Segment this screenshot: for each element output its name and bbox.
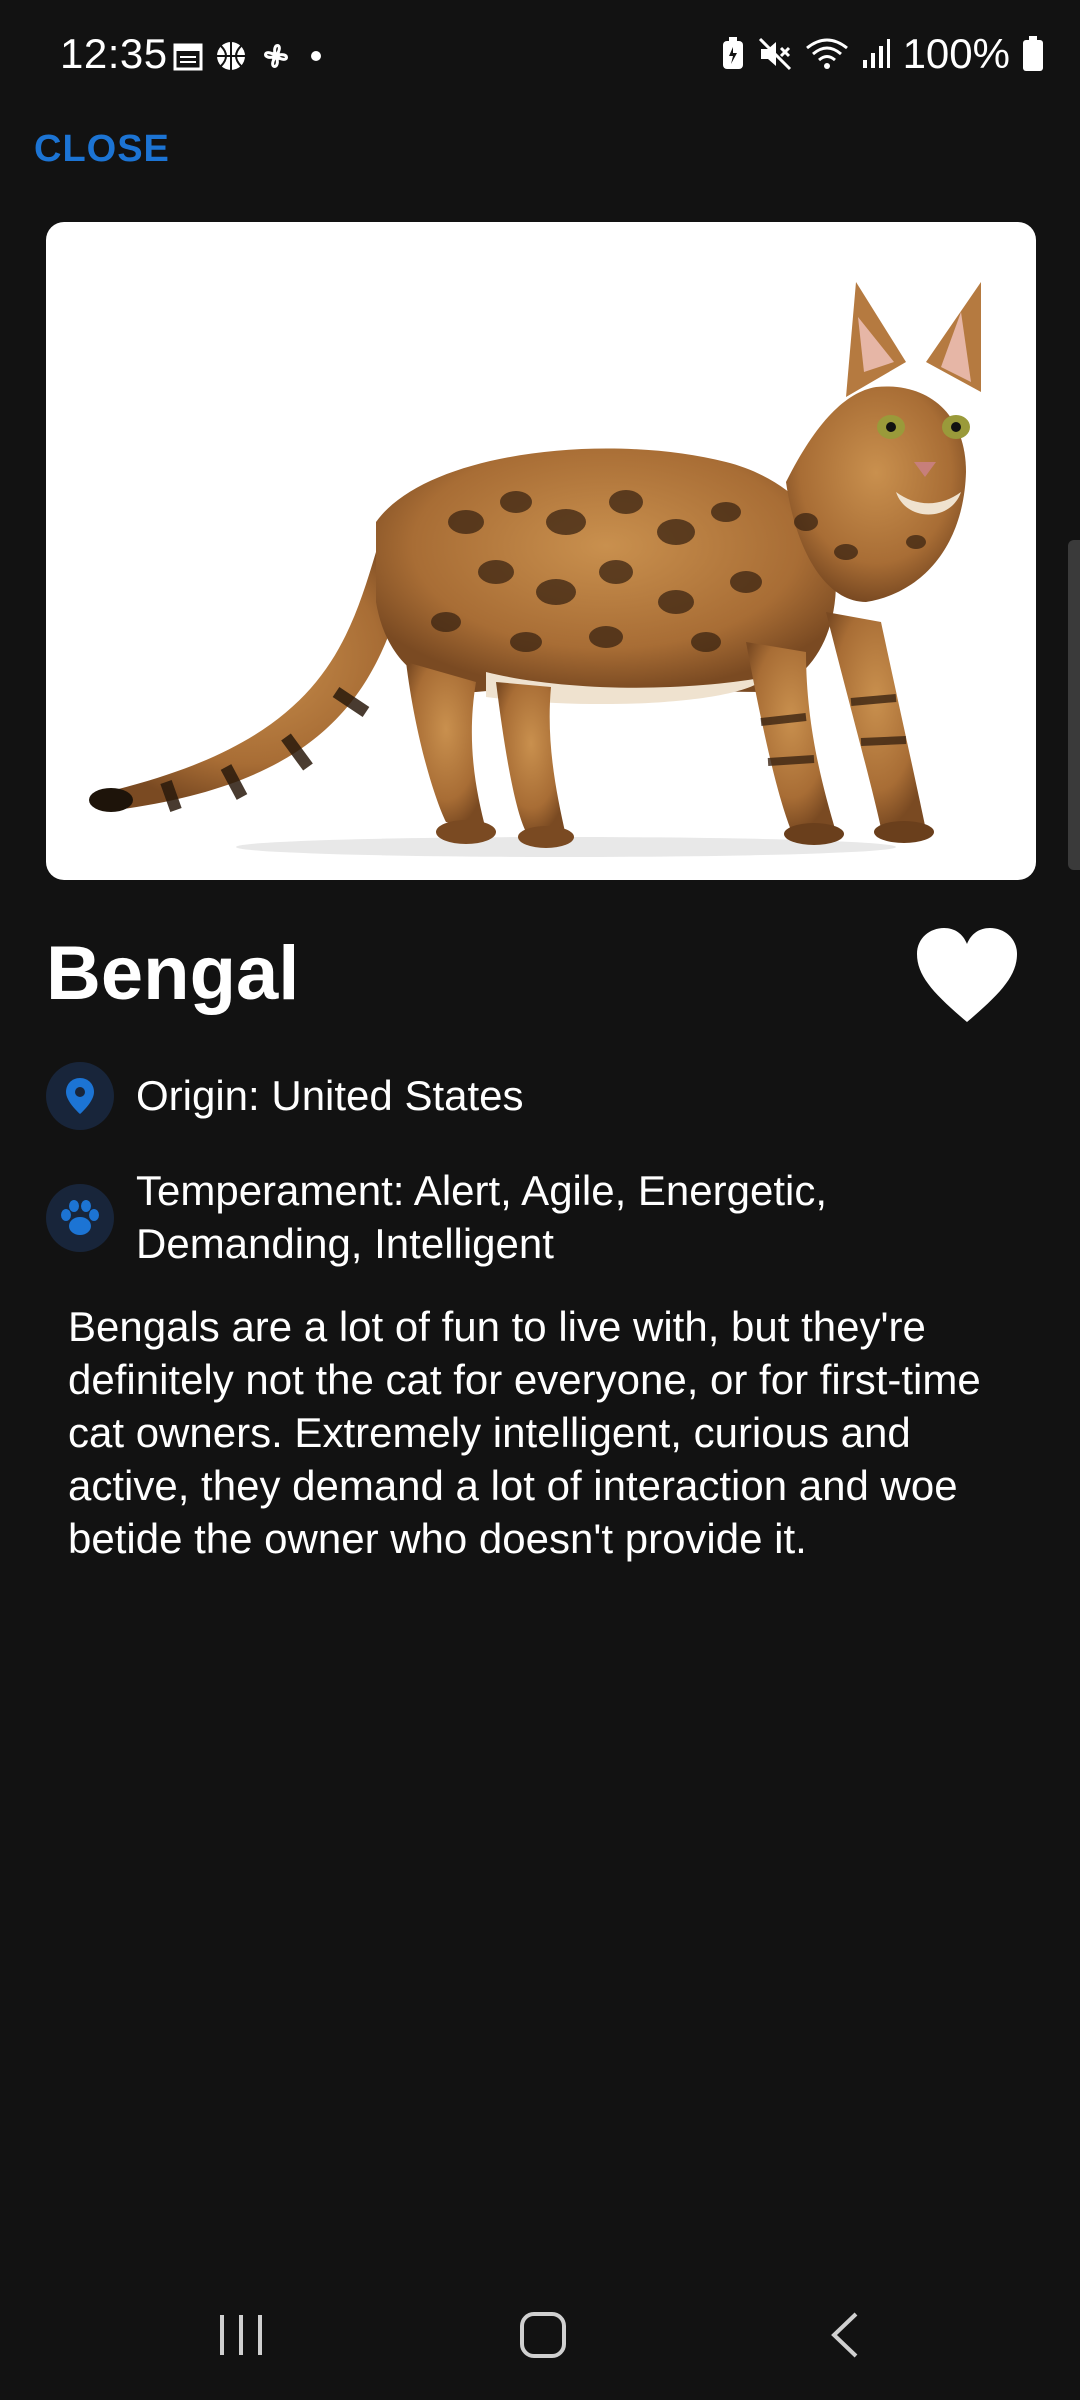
close-button[interactable]: CLOSE xyxy=(34,128,170,171)
back-icon xyxy=(831,2312,858,2358)
pinwheel-icon xyxy=(264,44,288,68)
bengal-cat-photo xyxy=(89,282,981,857)
scrollbar[interactable] xyxy=(1068,540,1080,870)
back-button[interactable] xyxy=(785,2270,905,2400)
home-icon xyxy=(520,2312,566,2358)
dot-icon xyxy=(311,51,321,61)
temperament-row: Temperament: Alert, Agile, Energetic, De… xyxy=(46,1164,1026,1270)
location-pin-icon xyxy=(66,1078,94,1114)
home-button[interactable] xyxy=(483,2270,603,2400)
calendar-icon xyxy=(173,43,203,71)
navigation-bar xyxy=(0,2270,1080,2400)
status-time: 12:35 xyxy=(60,30,168,77)
basketball-icon xyxy=(217,42,245,70)
breed-description: Bengals are a lot of fun to live with, b… xyxy=(68,1303,981,1562)
breed-name: Bengal xyxy=(46,931,300,1016)
signal-icon xyxy=(862,39,890,68)
breed-image xyxy=(46,222,1036,880)
heart-icon xyxy=(917,928,1017,1022)
paw-icon xyxy=(61,1200,99,1235)
temperament-text: Temperament: Alert, Agile, Energetic, De… xyxy=(136,1167,828,1267)
favorite-button[interactable] xyxy=(914,926,1020,1026)
wifi-icon xyxy=(805,38,848,69)
temperament-icon-badge xyxy=(46,1184,114,1252)
battery-percentage: 100% xyxy=(902,30,1010,77)
mute-icon xyxy=(758,37,791,71)
notification-icons xyxy=(172,38,328,74)
status-bar: 12:35 100% xyxy=(0,0,1080,110)
battery-saver-icon xyxy=(722,37,743,69)
recent-apps-button[interactable] xyxy=(181,2270,301,2400)
system-icons: 100% xyxy=(721,30,1044,78)
origin-icon-badge xyxy=(46,1062,114,1130)
origin-row: Origin: United States xyxy=(46,1062,524,1130)
battery-icon xyxy=(1023,36,1043,71)
origin-text: Origin: United States xyxy=(136,1072,524,1119)
recent-apps-icon xyxy=(220,2315,262,2355)
